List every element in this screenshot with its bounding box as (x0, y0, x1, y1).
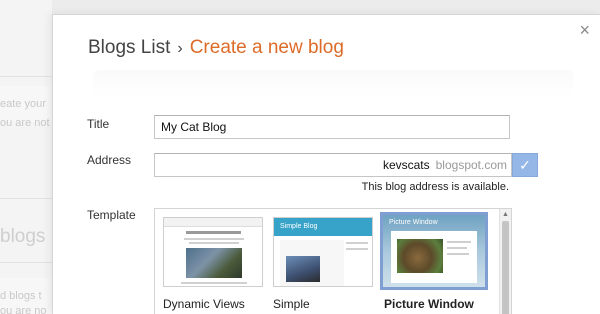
template-label: Template (87, 208, 136, 222)
header-divider (93, 70, 573, 98)
page-title: Create a new blog (189, 37, 344, 58)
check-availability-button[interactable]: ✓ (512, 153, 538, 177)
template-name: Dynamic Views (163, 297, 245, 311)
template-scrollbar[interactable]: ▲ (499, 209, 511, 314)
scrollbar-thumb[interactable] (502, 221, 509, 314)
template-thumbnail-selected: Picture Window (380, 212, 488, 290)
title-input[interactable]: My Cat Blog (154, 115, 510, 139)
create-blog-dialog: × Blogs List › Create a new blog Title M… (52, 14, 600, 314)
background-text: d blogs t (0, 290, 42, 302)
template-picker: Dynamic Views Simple Blog Simple Picture… (154, 208, 512, 314)
address-value: kevscats (382, 158, 430, 172)
breadcrumb-blogs-list[interactable]: Blogs List (88, 37, 170, 59)
thumbnail-blog-title: Picture Window (389, 219, 438, 226)
background-text: eate your (0, 98, 46, 110)
background-divider (0, 198, 52, 199)
background-panel (0, 0, 52, 314)
close-icon[interactable]: × (579, 21, 590, 39)
checkmark-icon: ✓ (519, 157, 531, 173)
breadcrumb: Blogs List › Create a new blog (88, 37, 344, 59)
address-suffix: blogspot.com (435, 158, 507, 172)
background-divider (0, 262, 52, 263)
address-status: This blog address is available. (361, 181, 509, 193)
scroll-up-icon[interactable]: ▲ (502, 211, 509, 218)
breadcrumb-separator-icon: › (177, 40, 183, 57)
address-label: Address (87, 153, 132, 167)
template-name: Picture Window (384, 297, 474, 311)
template-thumbnail: Simple Blog (273, 217, 373, 287)
template-name: Simple (273, 297, 310, 311)
address-input[interactable]: kevscats blogspot.com (154, 153, 512, 177)
background-heading: blogs (0, 226, 46, 247)
thumbnail-blog-title: Simple Blog (280, 223, 318, 230)
background-text: ou are not a (0, 117, 52, 129)
template-thumbnail (163, 217, 263, 287)
background-divider (0, 76, 52, 77)
title-label: Title (87, 117, 110, 131)
background-text: ou are no (0, 305, 47, 314)
